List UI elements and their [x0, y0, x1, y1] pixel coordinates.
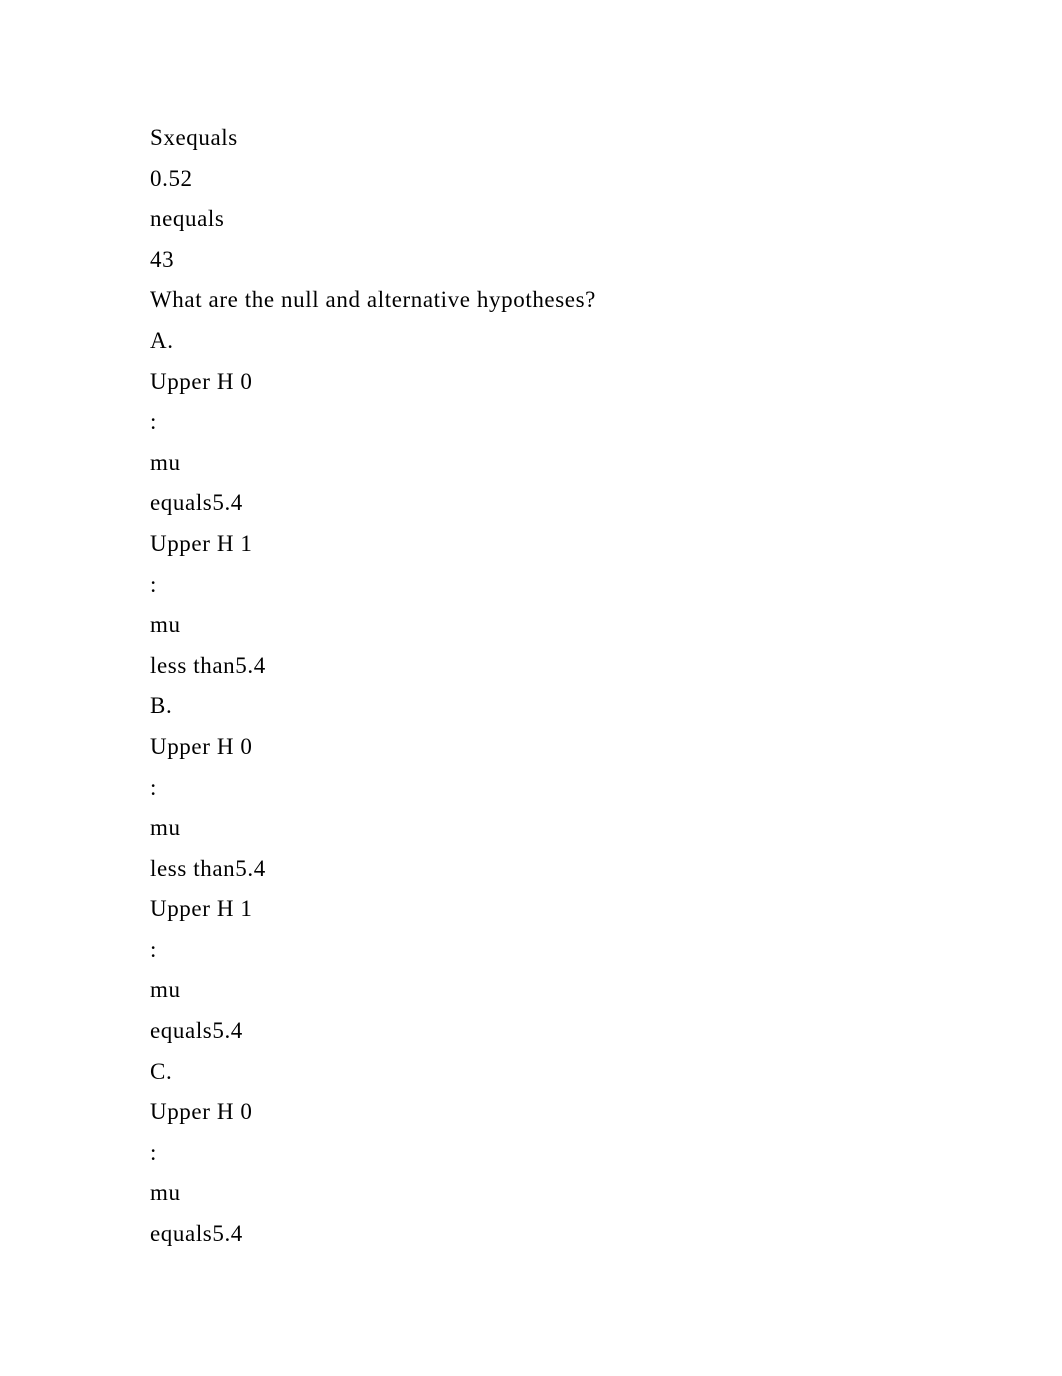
text-line: :: [150, 402, 1062, 443]
text-line: Sxequals: [150, 118, 1062, 159]
text-line: What are the null and alternative hypoth…: [150, 280, 1062, 321]
text-line: :: [150, 768, 1062, 809]
document-page: Sxequals 0.52 nequals 43 What are the nu…: [0, 0, 1062, 1376]
text-line: :: [150, 930, 1062, 971]
text-line: Upper H 1: [150, 524, 1062, 565]
text-line: A.: [150, 321, 1062, 362]
text-line: mu: [150, 808, 1062, 849]
text-line: equals5.4: [150, 483, 1062, 524]
text-line: mu: [150, 1173, 1062, 1214]
text-line: C.: [150, 1052, 1062, 1093]
text-line: 0.52: [150, 159, 1062, 200]
text-line: 43: [150, 240, 1062, 281]
text-line: :: [150, 1133, 1062, 1174]
text-line: mu: [150, 605, 1062, 646]
text-line: Upper H 0: [150, 727, 1062, 768]
text-line: less than5.4: [150, 646, 1062, 687]
text-line: mu: [150, 443, 1062, 484]
text-line: nequals: [150, 199, 1062, 240]
text-line: mu: [150, 970, 1062, 1011]
text-line: Upper H 0: [150, 362, 1062, 403]
text-line: equals5.4: [150, 1011, 1062, 1052]
text-line: Upper H 0: [150, 1092, 1062, 1133]
text-line: :: [150, 565, 1062, 606]
text-line: equals5.4: [150, 1214, 1062, 1255]
text-line: B.: [150, 686, 1062, 727]
text-line: less than5.4: [150, 849, 1062, 890]
text-line: Upper H 1: [150, 889, 1062, 930]
